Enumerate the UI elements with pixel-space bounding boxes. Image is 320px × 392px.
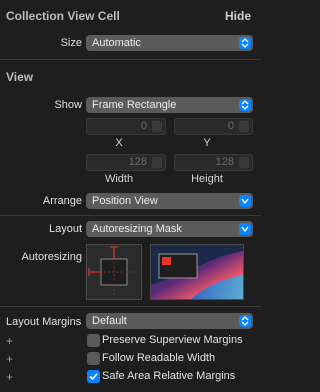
layout-margins-value: Default (92, 315, 127, 327)
add-variation-icon[interactable]: + (6, 370, 13, 384)
stepper-icon[interactable] (239, 157, 249, 168)
size-value: Automatic (92, 37, 141, 49)
safe-area-relative-margins-label: Safe Area Relative Margins (102, 370, 236, 382)
hide-button[interactable]: Hide (225, 9, 251, 23)
divider (0, 306, 261, 307)
add-variation-icon[interactable]: + (6, 352, 13, 366)
show-popup[interactable]: Frame Rectangle (86, 97, 253, 113)
section-title: Collection View Cell (6, 9, 120, 23)
popup-arrows-icon (239, 99, 251, 111)
popup-arrows-icon (239, 37, 251, 49)
chevron-down-icon (239, 223, 251, 235)
layout-margins-popup[interactable]: Default (86, 313, 253, 329)
autoresizing-springs-icon (88, 246, 139, 297)
layout-margins-label: Layout Margins (6, 316, 82, 328)
size-popup[interactable]: Automatic (86, 35, 253, 51)
x-caption: X (115, 137, 123, 149)
height-caption: Height (191, 173, 223, 185)
safe-area-relative-margins-checkbox[interactable] (87, 370, 100, 383)
preserve-superview-margins-label: Preserve Superview Margins (102, 334, 243, 346)
divider (0, 59, 261, 60)
popup-arrows-icon (239, 315, 251, 327)
divider (0, 215, 261, 216)
preserve-superview-margins-checkbox[interactable] (87, 334, 100, 347)
arrange-value: Position View (92, 195, 158, 207)
checkmark-icon (89, 373, 98, 381)
size-label: Size (60, 37, 82, 49)
show-value: Frame Rectangle (92, 99, 177, 111)
follow-readable-width-label: Follow Readable Width (102, 352, 216, 364)
width-value: 128 (128, 156, 147, 168)
layout-popup[interactable]: Autoresizing Mask (86, 221, 253, 237)
layout-value: Autoresizing Mask (92, 223, 182, 235)
x-value: 0 (140, 120, 147, 132)
y-field[interactable]: 0 (174, 118, 253, 135)
stepper-icon[interactable] (152, 121, 162, 132)
y-caption: Y (203, 137, 211, 149)
add-variation-icon[interactable]: + (6, 334, 13, 348)
autoresizing-label: Autoresizing (21, 251, 82, 263)
view-section-title: View (6, 70, 34, 84)
layout-label: Layout (48, 223, 82, 235)
width-caption: Width (104, 173, 134, 185)
width-field[interactable]: 128 (86, 154, 166, 171)
x-field[interactable]: 0 (86, 118, 166, 135)
height-value: 128 (215, 156, 234, 168)
follow-readable-width-checkbox[interactable] (87, 352, 100, 365)
stepper-icon[interactable] (152, 157, 162, 168)
chevron-down-icon (239, 195, 251, 207)
arrange-label: Arrange (42, 195, 82, 207)
autoresizing-mask-control[interactable] (86, 244, 142, 300)
show-label: Show (54, 99, 82, 111)
arrange-popup[interactable]: Position View (86, 193, 253, 209)
preview-wallpaper-image (151, 245, 243, 299)
height-field[interactable]: 128 (174, 154, 253, 171)
y-value: 0 (227, 120, 234, 132)
stepper-icon[interactable] (239, 121, 249, 132)
autoresizing-preview (150, 244, 244, 300)
